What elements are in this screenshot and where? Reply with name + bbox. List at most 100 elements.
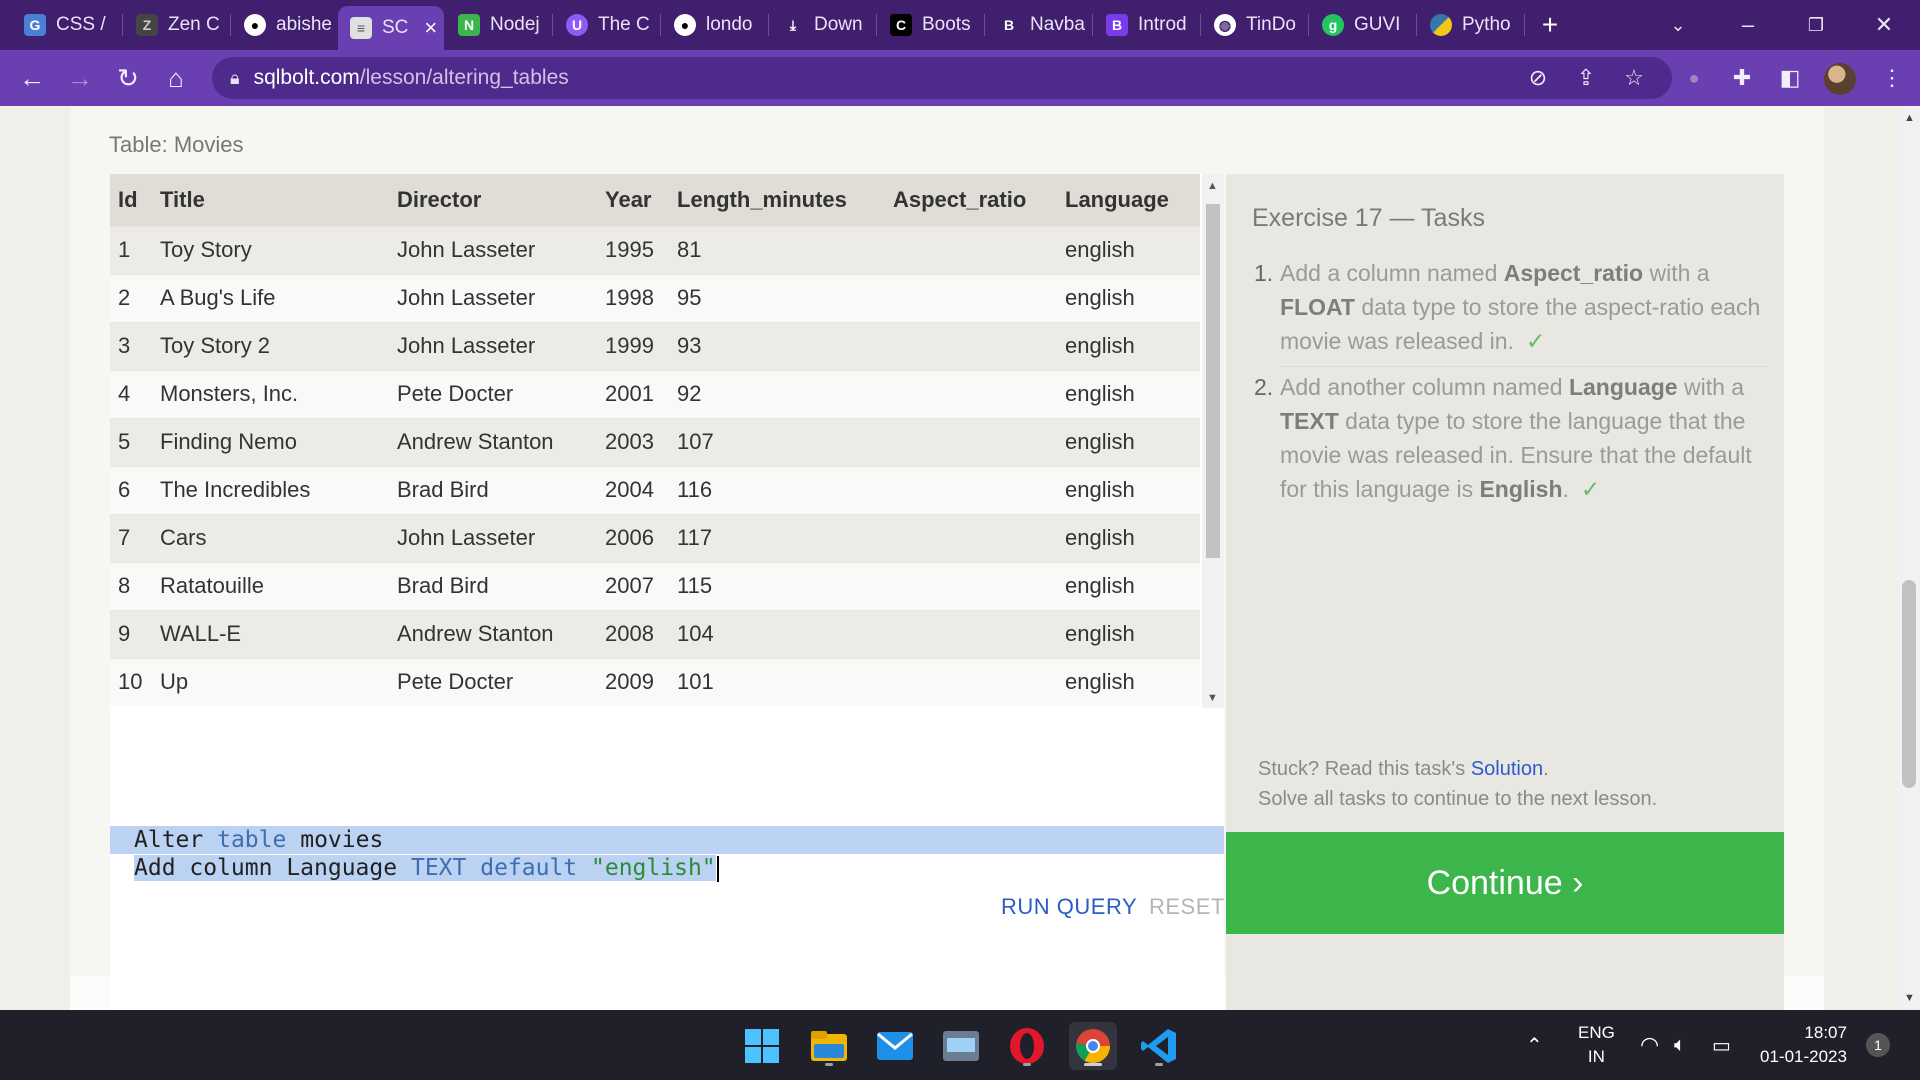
url-domain: sqlbolt.com bbox=[253, 66, 360, 89]
reload-button[interactable]: ↻ bbox=[108, 58, 148, 98]
profile-avatar[interactable] bbox=[1824, 63, 1856, 95]
bootstrap-icon: B bbox=[1106, 14, 1128, 36]
tab-thec[interactable]: U The C bbox=[554, 8, 660, 42]
tab-label: CSS / bbox=[56, 14, 106, 35]
table-caption: Table: Movies bbox=[109, 132, 244, 157]
page-scrollbar[interactable]: ▲ ▼ bbox=[1898, 106, 1920, 1010]
cell-year: 2007 bbox=[597, 561, 669, 610]
close-icon[interactable]: × bbox=[424, 15, 437, 41]
cell-language: english bbox=[1057, 465, 1200, 514]
opera-icon[interactable] bbox=[1003, 1022, 1051, 1070]
close-window-button[interactable]: ✕ bbox=[1856, 0, 1912, 50]
restore-button[interactable]: ❐ bbox=[1788, 0, 1844, 50]
windows-start-icon[interactable] bbox=[738, 1022, 786, 1070]
share-icon[interactable]: ⇪ bbox=[1568, 60, 1604, 96]
cell-year: 2004 bbox=[597, 465, 669, 514]
tab-zen[interactable]: Z Zen C bbox=[124, 8, 230, 42]
new-tab-button[interactable]: + bbox=[1522, 0, 1578, 50]
tab-nodejs[interactable]: N Nodej bbox=[446, 8, 552, 42]
code-line-2: Add column Language TEXT default "englis… bbox=[110, 854, 1224, 882]
table-row: 6 The Incredibles Brad Bird 2004 116 eng… bbox=[110, 465, 1200, 514]
tab-github-abishek[interactable]: ● abishe bbox=[232, 8, 336, 42]
tab-python[interactable]: Pytho bbox=[1418, 8, 1524, 42]
cell-year: 1998 bbox=[597, 273, 669, 322]
tab-intro[interactable]: B Introd bbox=[1094, 8, 1200, 42]
address-bar[interactable]: 🔒︎ sqlbolt.com/lesson/altering_tables bbox=[212, 57, 1672, 99]
tab-search-button[interactable]: ⌄ bbox=[1650, 0, 1706, 50]
code-keyword: Alter bbox=[134, 827, 204, 853]
run-query-button[interactable]: RUN QUERY bbox=[1001, 894, 1137, 920]
keyboard-app-icon[interactable] bbox=[937, 1022, 985, 1070]
tray-overflow-icon[interactable]: ⌃ bbox=[1526, 1010, 1543, 1080]
cell-director: Andrew Stanton bbox=[389, 609, 597, 658]
extension-icon[interactable]: ● bbox=[1676, 60, 1712, 96]
home-button[interactable]: ⌂ bbox=[156, 58, 196, 98]
more-menu-icon[interactable]: ⋮ bbox=[1874, 60, 1910, 96]
col-header-length: Length_minutes bbox=[669, 174, 885, 226]
col-header-id: Id bbox=[110, 174, 152, 226]
nodejs-icon: N bbox=[458, 14, 480, 36]
solve-all-hint: Solve all tasks to continue to the next … bbox=[1258, 788, 1658, 810]
scroll-up-icon[interactable]: ▲ bbox=[1904, 112, 1915, 124]
windows-taskbar: ⌃ ENG IN ◠ 🔈︎ ▭ 18:07 01-01-2023 1 bbox=[0, 1010, 1920, 1080]
scroll-down-icon[interactable]: ▼ bbox=[1207, 692, 1218, 704]
tab-separator bbox=[552, 14, 553, 36]
forward-button[interactable]: → bbox=[60, 58, 100, 98]
mail-icon[interactable] bbox=[871, 1022, 919, 1070]
tab-sqlbolt-active[interactable]: ≡ SC × bbox=[338, 6, 444, 50]
clock[interactable]: 18:07 01-01-2023 bbox=[1760, 1010, 1847, 1080]
side-panel-icon[interactable]: ◧ bbox=[1772, 60, 1808, 96]
task-number: 1. bbox=[1254, 260, 1274, 286]
battery-icon[interactable]: ▭ bbox=[1712, 1010, 1731, 1080]
tab-tindo[interactable]: ◍ TinDo bbox=[1202, 8, 1308, 42]
eye-slash-icon[interactable]: ⊘ bbox=[1520, 60, 1556, 96]
tab-download[interactable]: ⤓ Down bbox=[770, 8, 876, 42]
scroll-up-icon[interactable]: ▲ bbox=[1207, 180, 1218, 192]
code-keyword: table bbox=[217, 827, 287, 853]
volume-icon[interactable]: 🔈︎ bbox=[1674, 1010, 1686, 1080]
language-indicator[interactable]: ENG IN bbox=[1578, 1010, 1615, 1080]
scroll-down-icon[interactable]: ▼ bbox=[1904, 992, 1915, 1004]
notification-center[interactable]: 1 bbox=[1866, 1010, 1890, 1080]
table-scrollbar[interactable]: ▲ ▼ bbox=[1202, 174, 1224, 708]
file-explorer-icon[interactable] bbox=[805, 1022, 853, 1070]
cell-year: 1999 bbox=[597, 321, 669, 370]
close-icon: ✕ bbox=[1874, 12, 1894, 37]
task-number: 2. bbox=[1254, 374, 1274, 400]
minimize-button[interactable]: – bbox=[1720, 0, 1776, 50]
back-button[interactable]: ← bbox=[12, 58, 52, 98]
task-text: Add another column named Language with a… bbox=[1254, 370, 1768, 506]
task-text-part: . bbox=[1562, 476, 1569, 502]
cell-length: 95 bbox=[669, 273, 885, 322]
table-scrollbar-thumb[interactable] bbox=[1206, 204, 1220, 558]
table-row: 2 A Bug's Life John Lasseter 1998 95 eng… bbox=[110, 273, 1200, 322]
wifi-icon[interactable]: ◠ bbox=[1640, 1010, 1659, 1080]
task-bold: TEXT bbox=[1280, 408, 1339, 434]
reset-button[interactable]: RESET bbox=[1149, 894, 1225, 920]
task-bold: Language bbox=[1568, 374, 1678, 400]
code-string: "english" bbox=[591, 855, 716, 881]
page-scrollbar-thumb[interactable] bbox=[1902, 580, 1916, 788]
tab-bootstrap[interactable]: C Boots bbox=[878, 8, 984, 42]
task-bold: FLOAT bbox=[1280, 294, 1355, 320]
solution-link[interactable]: Solution bbox=[1471, 758, 1543, 780]
tab-label: TinDo bbox=[1246, 14, 1296, 35]
task-bold: Aspect_ratio bbox=[1503, 260, 1644, 286]
cell-id: 8 bbox=[110, 561, 152, 610]
tab-github-london[interactable]: ● londo bbox=[662, 8, 768, 42]
page-content: Table: Movies Id Title Director Year Len… bbox=[0, 106, 1920, 1042]
continue-button[interactable]: Continue › bbox=[1226, 832, 1784, 934]
chrome-icon[interactable] bbox=[1069, 1022, 1117, 1070]
task-text-part: with a bbox=[1677, 374, 1745, 400]
clock-date: 01-01-2023 bbox=[1760, 1047, 1847, 1066]
cell-length: 81 bbox=[669, 225, 885, 274]
star-icon[interactable]: ☆ bbox=[1616, 60, 1652, 96]
code-keyword: default bbox=[480, 855, 578, 881]
tab-guvi[interactable]: g GUVI bbox=[1310, 8, 1416, 42]
puzzle-icon[interactable]: ✚ bbox=[1724, 60, 1760, 96]
tab-css[interactable]: G CSS / bbox=[12, 8, 122, 42]
vscode-icon[interactable] bbox=[1135, 1022, 1183, 1070]
sql-editor[interactable]: Alter table movies Add column Language T… bbox=[110, 708, 1224, 1042]
task-divider bbox=[1280, 366, 1768, 367]
tab-navbar[interactable]: B Navba bbox=[986, 8, 1092, 42]
